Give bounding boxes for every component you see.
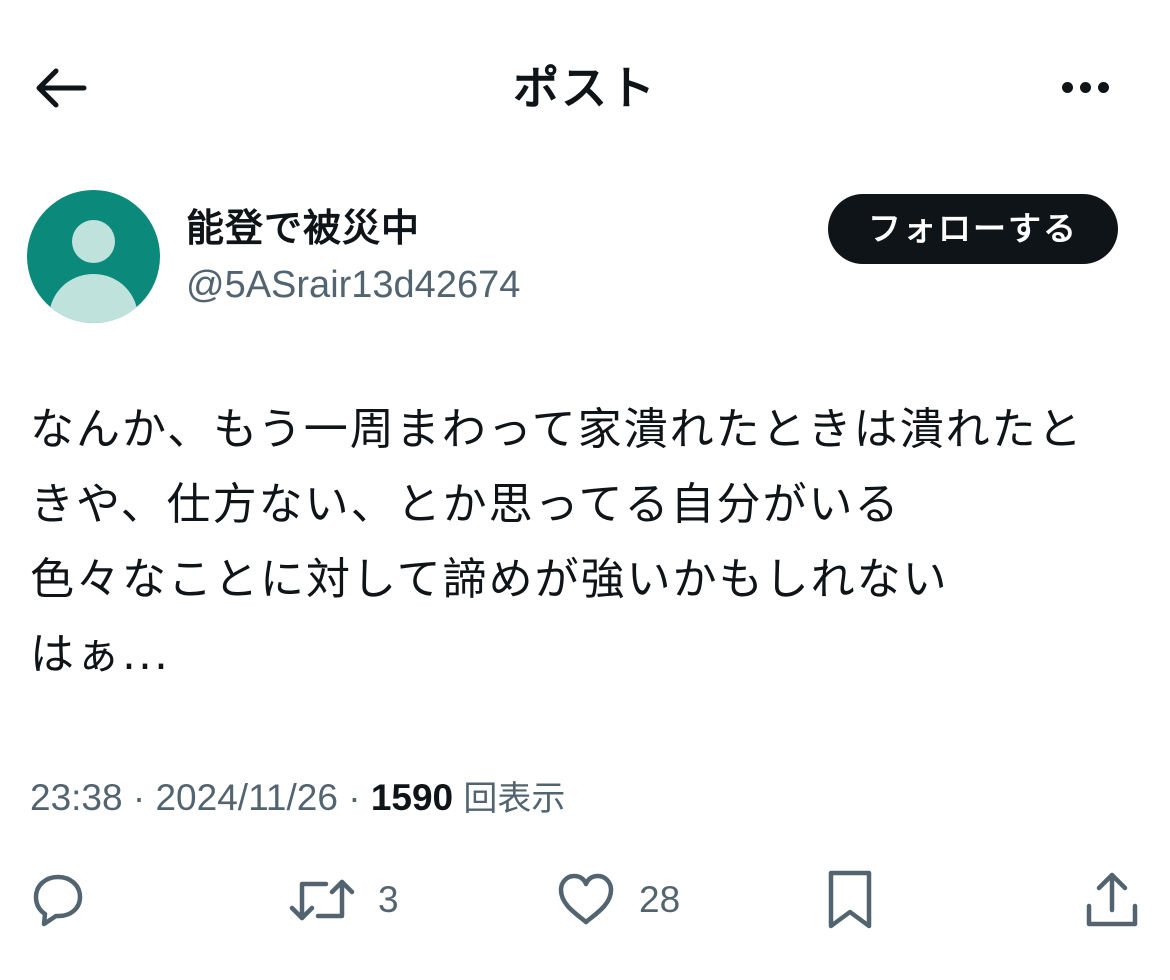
page-title: ポスト [513,61,657,115]
bookmark-button[interactable] [822,868,878,932]
avatar-head-shape [72,220,115,263]
like-count: 28 [639,879,681,920]
post-text-line: 色々なことに対して諦めが強いかもしれない [30,554,949,605]
reply-icon [33,874,83,927]
meta-separator: · [122,777,156,818]
action-bar: 3 28 [0,860,1170,940]
views-count: 1590 [370,777,454,818]
share-icon [1086,872,1138,927]
display-name[interactable]: 能登で被災中 [186,200,420,256]
post-text: なんか、もう一周まわって家潰れたときは潰れたと きや、仕方ない、とか思ってる自分… [30,392,1140,692]
more-dot-icon [1097,81,1109,93]
user-handle[interactable]: @5ASrair13d42674 [186,258,520,312]
share-button[interactable] [1082,868,1142,932]
repost-count: 3 [378,879,399,920]
meta-separator: · [337,777,371,818]
views-label: 回表示 [463,779,566,819]
avatar-body-shape [49,274,138,323]
follow-button[interactable]: フォローする [828,194,1118,264]
post-text-line: なんか、もう一周まわって家潰れたときは潰れたと [30,404,1084,455]
avatar[interactable] [27,190,160,323]
top-bar: ポスト [0,0,1170,170]
repost-icon [289,879,355,921]
more-dot-icon [1061,81,1073,93]
repost-button[interactable]: 3 [288,868,399,932]
post-meta: 23:38 · 2024/11/26 · 1590 回表示 [30,770,565,827]
heart-icon [558,873,614,925]
post-text-line: きや、仕方ない、とか思ってる自分がいる [30,479,901,530]
reply-button[interactable] [28,868,88,932]
post-time[interactable]: 23:38 [30,777,123,818]
more-options-button[interactable] [1050,62,1120,112]
bookmark-icon [828,870,872,929]
post-date[interactable]: 2024/11/26 [155,777,337,818]
like-button[interactable]: 28 [555,868,680,932]
more-dot-icon [1079,81,1091,93]
post-text-line: はぁ... [30,629,170,680]
